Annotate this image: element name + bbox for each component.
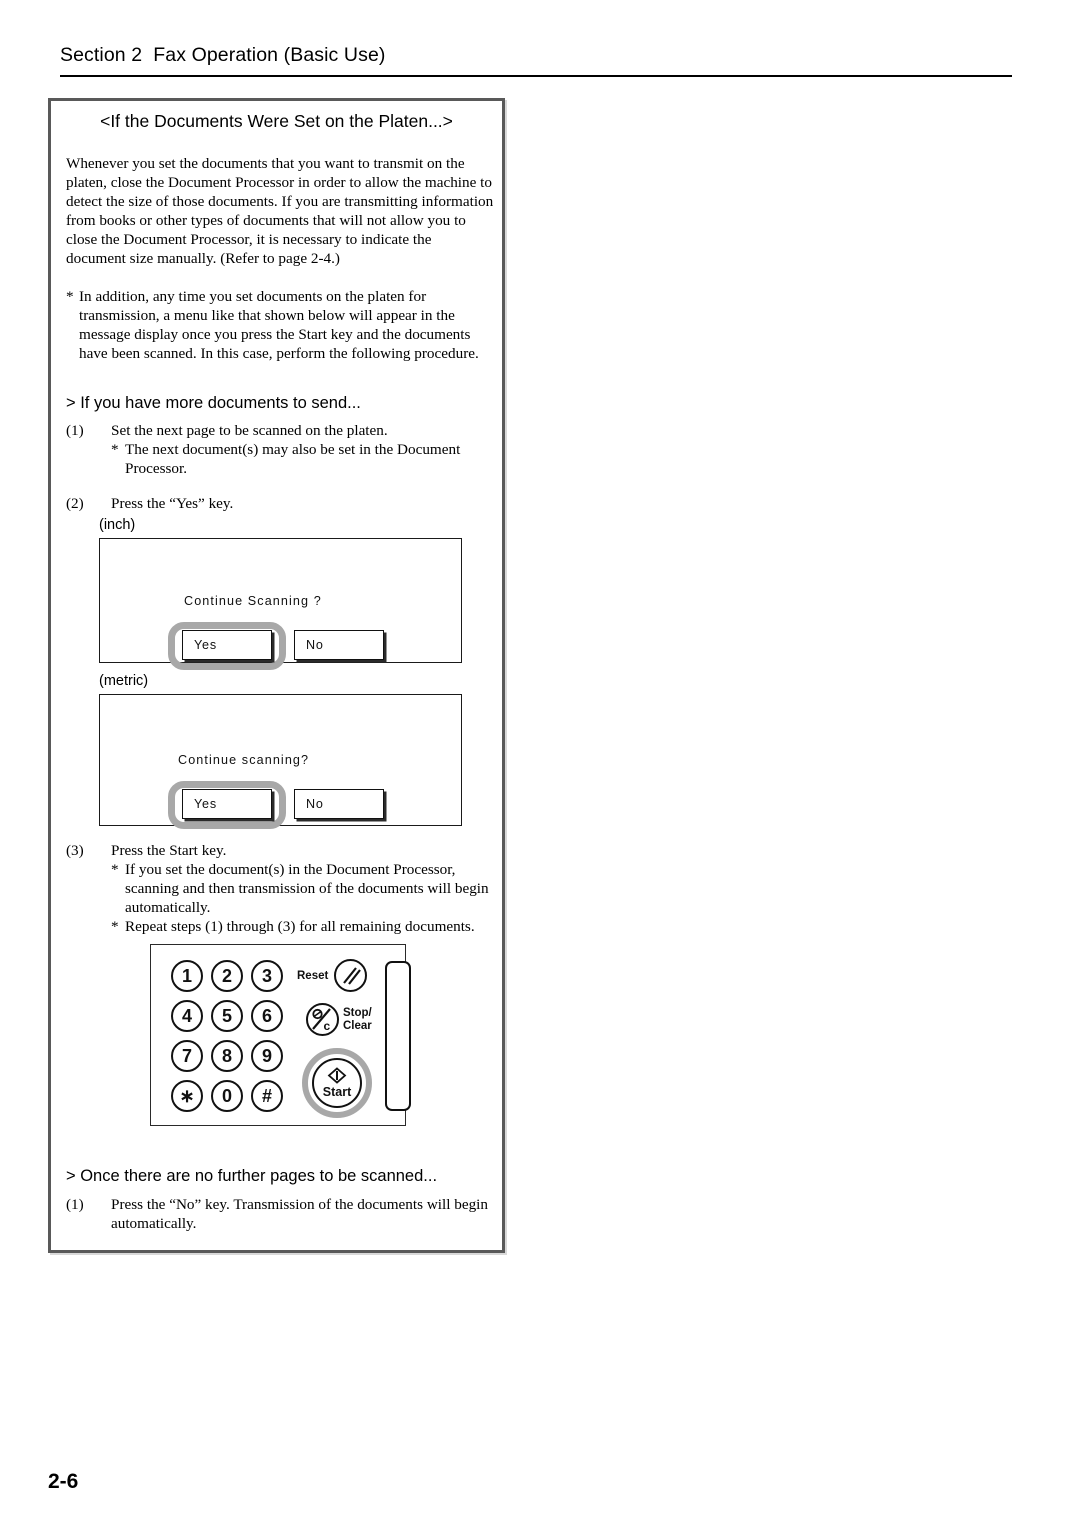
keypad-key-6[interactable]: 6: [251, 1000, 283, 1032]
keypad-key-hash[interactable]: #: [251, 1080, 283, 1112]
step-3-note-1: * If you set the document(s) in the Docu…: [111, 860, 499, 917]
inch-no-button[interactable]: No: [294, 630, 384, 660]
keypad-key-1[interactable]: 1: [171, 960, 203, 992]
keypad-key-9[interactable]: 9: [251, 1040, 283, 1072]
keypad-key-2[interactable]: 2: [211, 960, 243, 992]
step-3-note-2: * Repeat steps (1) through (3) for all r…: [111, 917, 499, 936]
heading-more-documents: > If you have more documents to send...: [66, 394, 361, 412]
heading-no-further-pages: > Once there are no further pages to be …: [66, 1167, 438, 1185]
metric-display-message: Continue scanning?: [178, 753, 310, 767]
step-3-text: Press the Start key.: [111, 842, 227, 859]
start-button[interactable]: Start: [312, 1058, 362, 1108]
metric-display-panel: Continue scanning? Yes No: [99, 694, 462, 829]
step-2-number: (2): [66, 495, 84, 512]
start-button-label: Start: [322, 1085, 352, 1099]
double-slash-icon: [343, 967, 361, 985]
intro-paragraph: Whenever you set the documents that you …: [66, 155, 494, 267]
metric-unit-label: (metric): [99, 673, 149, 689]
step-1-note: * The next document(s) may also be set i…: [111, 440, 499, 478]
callout-title: <If the Documents Were Set on the Platen…: [100, 111, 453, 131]
header-title: Section 2 Fax Operation (Basic Use): [60, 44, 386, 66]
step-1-text: Set the next page to be scanned on the p…: [111, 422, 388, 439]
inch-unit-label: (inch): [99, 517, 136, 533]
reset-label: Reset: [297, 970, 329, 982]
keypad-key-asterisk[interactable]: ∗: [171, 1080, 203, 1112]
asterisk-bullet: *: [66, 288, 74, 305]
asterisk-bullet: *: [111, 861, 119, 878]
step-3-note-1-text: If you set the document(s) in the Docume…: [125, 861, 489, 916]
metric-yes-button[interactable]: Yes: [182, 789, 272, 819]
keypad-key-4[interactable]: 4: [171, 1000, 203, 1032]
stop-clear-icon: c: [312, 1008, 331, 1033]
keypad-key-0[interactable]: 0: [211, 1080, 243, 1112]
keypad-key-5[interactable]: 5: [211, 1000, 243, 1032]
step-2-text: Press the “Yes” key.: [111, 495, 234, 512]
stop-clear-label: Stop/ Clear: [343, 1007, 372, 1032]
step-1: (1) Set the next page to be scanned on t…: [66, 421, 496, 440]
side-key[interactable]: [385, 961, 411, 1111]
intro-note-row: * In addition, any time you set document…: [66, 287, 494, 363]
keypad-key-8[interactable]: 8: [211, 1040, 243, 1072]
asterisk-bullet: *: [111, 918, 119, 935]
header-rule: [60, 75, 1012, 77]
step-1-note-text: The next document(s) may also be set in …: [125, 441, 461, 477]
intro-note-block: * In addition, any time you set document…: [66, 287, 494, 363]
step-3-note-2-text: Repeat steps (1) through (3) for all rem…: [125, 918, 475, 935]
operation-panel-figure: 1 2 3 4 5 6 7 8 9 ∗ 0 # Reset c Stop/ Cl…: [150, 944, 411, 1126]
inch-yes-button[interactable]: Yes: [182, 630, 272, 660]
inch-display-message: Continue Scanning ?: [184, 594, 322, 608]
step-1-number: (1): [66, 422, 84, 439]
final-step-1-text: Press the “No” key. Transmission of the …: [111, 1196, 488, 1232]
inch-display-panel: Continue Scanning ? Yes No: [99, 538, 462, 670]
svg-text:c: c: [324, 1019, 331, 1033]
keypad-key-3[interactable]: 3: [251, 960, 283, 992]
final-step-1-number: (1): [66, 1196, 84, 1213]
intro-note-text: In addition, any time you set documents …: [79, 288, 479, 362]
final-step-1: (1) Press the “No” key. Transmission of …: [66, 1195, 496, 1233]
step-2: (2) Press the “Yes” key.: [66, 494, 496, 513]
page-number: 2-6: [48, 1470, 79, 1493]
metric-no-button[interactable]: No: [294, 789, 384, 819]
page-header: Section 2 Fax Operation (Basic Use): [60, 44, 1012, 77]
start-diamond-icon: [327, 1067, 347, 1084]
intro-paragraph-block: Whenever you set the documents that you …: [66, 154, 494, 268]
step-3: (3) Press the Start key.: [66, 841, 496, 860]
step-3-number: (3): [66, 842, 84, 859]
asterisk-bullet: *: [111, 441, 119, 458]
keypad-key-7[interactable]: 7: [171, 1040, 203, 1072]
reset-button[interactable]: [334, 959, 367, 992]
stop-clear-button[interactable]: c: [306, 1003, 339, 1036]
